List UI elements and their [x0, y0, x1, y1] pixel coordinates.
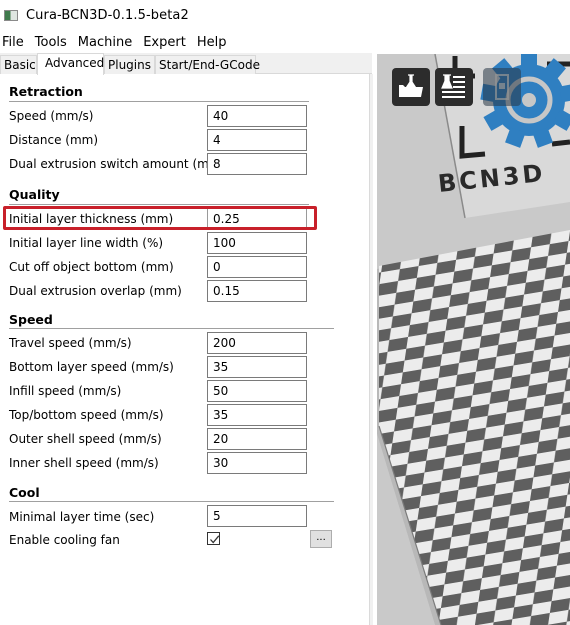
- section-divider: [9, 204, 309, 205]
- label-cut-off-object-bottom: Cut off object bottom (mm): [9, 260, 174, 274]
- load-model-button[interactable]: [392, 68, 430, 106]
- tab-bar: Basic Advanced Plugins Start/End-GCode: [0, 53, 372, 75]
- settings-scroll-area[interactable]: Retraction Speed (mm/s) 40 Distance (mm)…: [0, 74, 370, 625]
- checkmark-icon: [210, 535, 220, 544]
- menu-tools[interactable]: Tools: [32, 35, 73, 50]
- cut-off-object-bottom-input[interactable]: 0: [207, 256, 307, 278]
- label-enable-cooling-fan: Enable cooling fan: [9, 533, 120, 547]
- logo-corner-bracket: [551, 139, 570, 147]
- scene-render: BCN3D: [377, 54, 570, 625]
- retraction-distance-input[interactable]: 4: [207, 129, 307, 151]
- inner-shell-speed-input[interactable]: 30: [207, 452, 307, 474]
- save-to-sd-button[interactable]: [483, 68, 521, 106]
- dual-extrusion-switch-input[interactable]: 8: [207, 153, 307, 175]
- label-inner-shell-speed: Inner shell speed (mm/s): [9, 456, 159, 470]
- label-retraction-speed: Speed (mm/s): [9, 109, 94, 123]
- label-travel-speed: Travel speed (mm/s): [9, 336, 132, 350]
- menu-bar: File Tools Machine Expert Help: [0, 32, 234, 52]
- section-title-cool: Cool: [9, 485, 40, 500]
- menu-machine[interactable]: Machine: [75, 35, 138, 50]
- save-sd-icon: [495, 74, 509, 100]
- label-initial-layer-thickness: Initial layer thickness (mm): [9, 212, 174, 226]
- outer-shell-speed-input[interactable]: 20: [207, 428, 307, 450]
- panel-splitter[interactable]: [370, 74, 373, 625]
- tab-advanced[interactable]: Advanced: [37, 53, 104, 75]
- 3d-viewport[interactable]: BCN3D: [377, 54, 570, 625]
- menu-file[interactable]: File: [0, 35, 30, 50]
- section-title-quality: Quality: [9, 187, 60, 202]
- dual-extrusion-overlap-input[interactable]: 0.15: [207, 280, 307, 302]
- menu-help[interactable]: Help: [194, 35, 233, 50]
- load-model-icon: [399, 74, 423, 97]
- title-bar: Cura-BCN3D-0.1.5-beta2: [0, 0, 570, 30]
- minimal-layer-time-input[interactable]: 5: [207, 505, 307, 527]
- window-title: Cura-BCN3D-0.1.5-beta2: [26, 7, 189, 23]
- infill-speed-input[interactable]: 50: [207, 380, 307, 402]
- initial-layer-thickness-input[interactable]: 0.25: [207, 208, 307, 230]
- retraction-speed-input[interactable]: 40: [207, 105, 307, 127]
- top-bottom-speed-input[interactable]: 35: [207, 404, 307, 426]
- enable-cooling-fan-checkbox[interactable]: [207, 532, 220, 545]
- print-button[interactable]: [435, 68, 473, 106]
- initial-layer-line-width-input[interactable]: 100: [207, 232, 307, 254]
- section-divider: [9, 501, 334, 502]
- tab-start-end-gcode[interactable]: Start/End-GCode: [155, 55, 260, 74]
- label-dual-extrusion-overlap: Dual extrusion overlap (mm): [9, 284, 182, 298]
- section-divider: [9, 101, 309, 102]
- label-dual-extrusion-switch: Dual extrusion switch amount (mm): [9, 157, 226, 171]
- menu-expert[interactable]: Expert: [140, 35, 192, 50]
- print-gcode-icon: [441, 74, 465, 98]
- tab-basic[interactable]: Basic: [0, 55, 37, 74]
- label-bottom-layer-speed: Bottom layer speed (mm/s): [9, 360, 174, 374]
- travel-speed-input[interactable]: 200: [207, 332, 307, 354]
- cooling-fan-settings-button[interactable]: ...: [310, 530, 332, 548]
- label-outer-shell-speed: Outer shell speed (mm/s): [9, 432, 162, 446]
- section-title-speed: Speed: [9, 312, 53, 327]
- tab-plugins[interactable]: Plugins: [104, 55, 155, 74]
- label-minimal-layer-time: Minimal layer time (sec): [9, 510, 155, 524]
- settings-panel: Retraction Speed (mm/s) 40 Distance (mm)…: [0, 74, 373, 625]
- app-window-icon: [4, 9, 18, 21]
- section-title-retraction: Retraction: [9, 84, 83, 99]
- label-initial-layer-line-width: Initial layer line width (%): [9, 236, 164, 250]
- label-retraction-distance: Distance (mm): [9, 133, 99, 147]
- bottom-layer-speed-input[interactable]: 35: [207, 356, 307, 378]
- label-infill-speed: Infill speed (mm/s): [9, 384, 122, 398]
- label-top-bottom-speed: Top/bottom speed (mm/s): [9, 408, 164, 422]
- section-divider: [9, 328, 334, 329]
